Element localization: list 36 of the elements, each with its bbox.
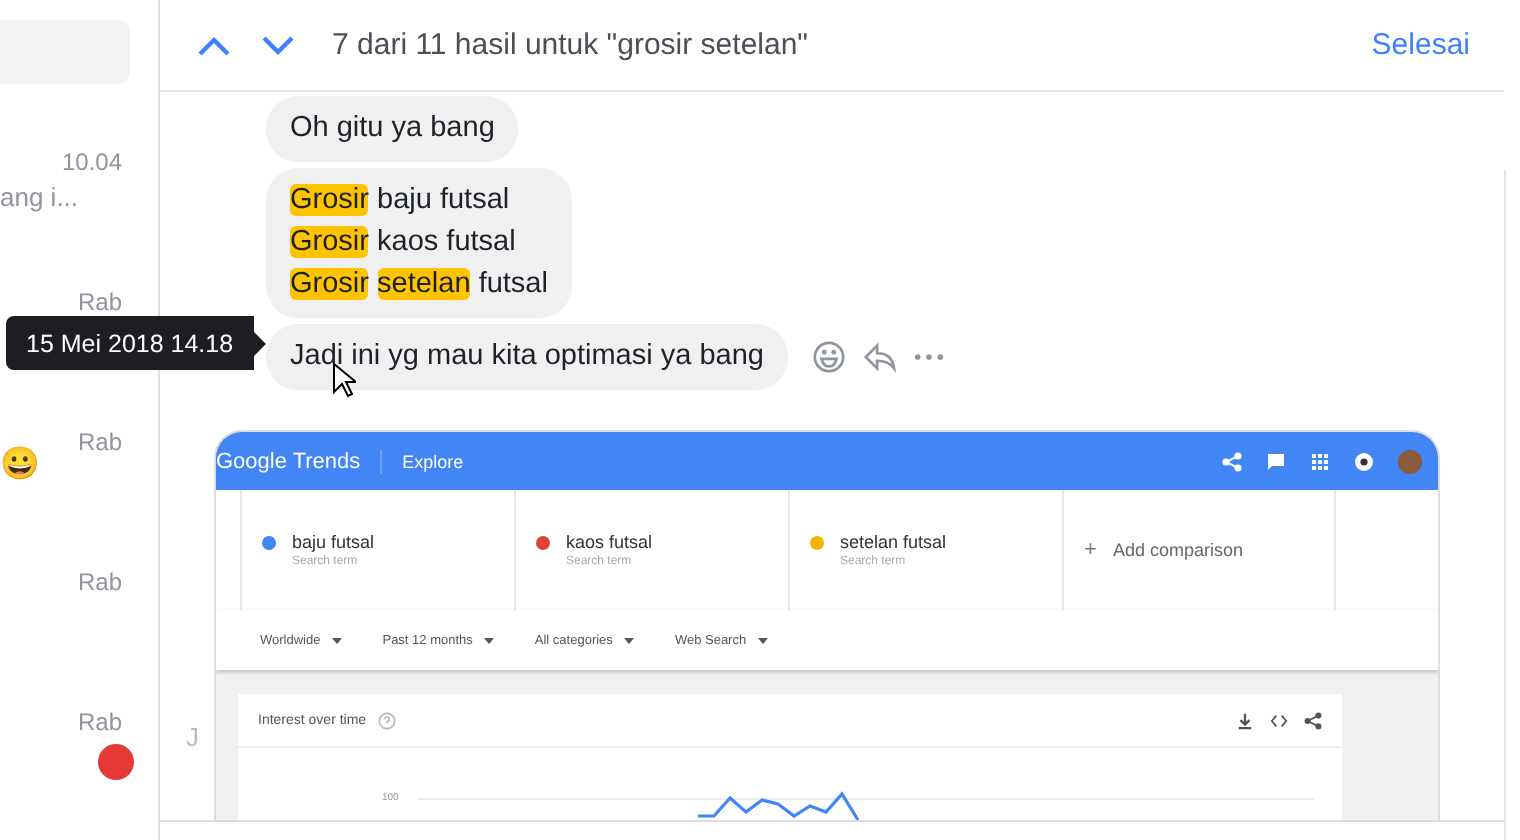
conversation-time: 10.04 [61,148,122,176]
account-icon [1354,451,1374,471]
plus-icon: + [1084,538,1097,562]
feedback-icon [1266,451,1286,471]
help-icon [378,711,397,729]
search-term: kaos futsal [566,532,653,552]
conversation-time: Rab [77,428,122,456]
download-icon [1236,711,1254,729]
share-icon [1222,451,1242,471]
add-comparison: Add comparison [1112,540,1243,560]
side-letter: J [186,722,199,752]
message-preview: 😀 [0,444,40,484]
avatar [1398,449,1422,473]
search-result-count: 7 dari 11 hasil untuk "grosir setelan" [332,28,811,62]
search-term: baju futsal [292,532,375,552]
conversation-time: Rab [77,288,122,316]
share-icon [1304,711,1322,729]
conversation-time: Rab [77,568,122,596]
caret-icon [758,637,769,643]
apps-grid-icon [1310,451,1330,471]
conversation-time: Rab [77,708,122,736]
cursor-icon [332,362,356,398]
message-bubble: Jadi ini yg mau kita optimasi ya bang [266,324,788,390]
emoji-icon[interactable] [811,340,846,374]
caret-icon [332,637,343,643]
embed-icon [1270,711,1288,729]
done-link[interactable]: Selesai [1371,28,1470,62]
logo: Google Trends [216,449,383,473]
message-preview: ang i... [0,182,79,212]
caret-icon [624,637,635,643]
message-bubble: Oh gitu ya bang [266,96,519,162]
reply-icon[interactable] [861,340,896,374]
tooltip: 15 Mei 2018 14.18 [6,316,268,370]
nav-link: Explore [402,451,466,471]
search-term: setelan futsal [840,532,947,552]
caret-icon [484,637,495,643]
